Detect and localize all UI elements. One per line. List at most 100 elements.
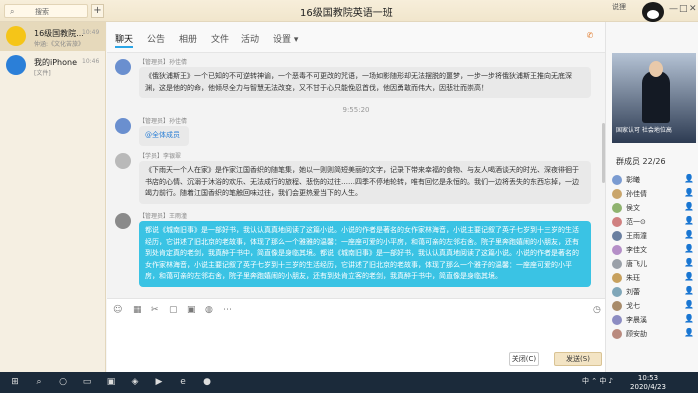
member-status-icon: 👤 [684, 188, 694, 197]
image-icon[interactable]: ▣ [187, 305, 196, 315]
group-avatar [6, 26, 26, 46]
member-item[interactable]: 李佳文 👤 [606, 243, 698, 257]
tab-files[interactable]: 文件 [211, 32, 229, 45]
message-input[interactable] [111, 319, 599, 349]
timestamp: 9:55:20 [342, 106, 370, 114]
member-item[interactable]: 范一⊙ 👤 [606, 215, 698, 229]
video-face [649, 61, 663, 77]
member-name: 顾安劼 [626, 330, 647, 338]
member-item[interactable]: 戈七 👤 [606, 299, 698, 313]
member-item[interactable]: 朱珏 👤 [606, 271, 698, 285]
folder-icon[interactable]: ▢ [169, 305, 178, 315]
mention-all-link[interactable]: @全体成员 [139, 126, 189, 146]
message-bubble[interactable]: 都说《城南旧事》是一部好书，我认认真真地阅读了这篇小说。小说的作者是著名的女作家… [139, 221, 591, 287]
close-window-button[interactable]: ✕ [689, 4, 697, 14]
qq-logo-icon [642, 2, 664, 22]
member-status-icon: 👤 [684, 272, 694, 281]
conversation-item-iphone[interactable]: 我的iPhone [文件] 10:46 [0, 51, 106, 80]
tab-album[interactable]: 相册 [179, 32, 197, 45]
taskbar: ⊞ ⌕ ○ ▭ ▣ ◈ ▶ e ● 中 ⌃ 中 ♪ 10:53 2020/4/23 [0, 372, 698, 393]
sender-name: 【学员】李银翠 [139, 153, 182, 160]
search-placeholder: 搜索 [35, 8, 49, 16]
send-button[interactable]: 发送(S) [554, 352, 602, 366]
member-item[interactable]: 刘蕾 👤 [606, 285, 698, 299]
member-item[interactable]: 唐飞儿 👤 [606, 257, 698, 271]
emoji-icon[interactable]: ☺ [113, 305, 122, 315]
tab-activities[interactable]: 活动 [241, 32, 259, 45]
member-status-icon: 👤 [684, 328, 694, 337]
class-video-thumbnail[interactable]: 国家认可 社会地位高 [612, 53, 696, 143]
taskbar-app-icon[interactable]: ● [200, 375, 214, 389]
conversation-name: 我的iPhone [34, 58, 78, 67]
profile-label: 说狸 [612, 3, 626, 11]
history-icon[interactable]: ◷ [593, 305, 601, 315]
conversation-item-group[interactable]: 16级国教院... 仲涵:《文化苦旅》 10:49 [0, 22, 106, 51]
system-tray[interactable]: 中 ⌃ 中 ♪ [582, 376, 613, 386]
taskbar-app-icon[interactable]: ▣ [104, 375, 118, 389]
member-item[interactable]: 王雨潼 👤 [606, 229, 698, 243]
tab-settings[interactable]: 设置 ▾ [273, 32, 298, 45]
avatar[interactable] [115, 213, 131, 229]
voice-icon[interactable]: ◍ [205, 305, 213, 315]
phone-icon[interactable]: ✆ [583, 29, 597, 43]
taskbar-app-icon[interactable]: e [176, 375, 190, 389]
avatar[interactable] [115, 59, 131, 75]
member-status-icon: 👤 [684, 300, 694, 309]
clock[interactable]: 10:53 2020/4/23 [628, 374, 668, 392]
tab-announcement[interactable]: 公告 [147, 32, 165, 45]
member-item[interactable]: 顾安劼 👤 [606, 327, 698, 341]
conversation-list: 16级国教院... 仲涵:《文化苦旅》 10:49 我的iPhone [文件] … [0, 22, 106, 372]
phone-avatar-icon [6, 55, 26, 75]
member-name: 李佳文 [626, 246, 647, 254]
member-item[interactable]: 侯文 👤 [606, 201, 698, 215]
avatar [612, 175, 622, 185]
message-bubble[interactable]: 《下雨天一个人在家》是作家江国香织的随笔集，她以一则则简短美丽的文字，记录下带来… [139, 161, 591, 204]
sender-name: 【管理员】孙佳倩 [139, 118, 188, 125]
group-panel: 国家认可 社会地位高 群成员 22/26 彰曦 👤 孙佳倩 👤 侯文 👤 范一⊙ 👤 王雨潼 👤 李… [605, 22, 698, 372]
member-name: 侯文 [626, 204, 640, 212]
search-input[interactable]: ⌕ 搜索 [4, 4, 88, 18]
member-item[interactable]: 李晨溪 👤 [606, 313, 698, 327]
search-icon: ⌕ [10, 7, 15, 16]
more-tools-icon[interactable]: ⋯ [223, 305, 232, 315]
taskbar-app-icon[interactable]: ⌕ [32, 375, 46, 389]
message-bubble[interactable]: 《俄狄浦斯王》一个已知的不可逆转神谕，一个恶毒不可更改的咒语，一场如影随形却无法… [139, 67, 591, 98]
member-item[interactable]: 孙佳倩 👤 [606, 187, 698, 201]
avatar [612, 287, 622, 297]
member-name: 朱珏 [626, 274, 640, 282]
member-status-icon: 👤 [684, 314, 694, 323]
member-status-icon: 👤 [684, 216, 694, 225]
add-button[interactable]: + [91, 4, 104, 18]
message-area: 【管理员】孙佳倩 《俄狄浦斯王》一个已知的不可逆转神谕，一个恶毒不可更改的咒语，… [107, 53, 605, 298]
avatar[interactable] [115, 118, 131, 134]
taskbar-app-icon[interactable]: ⊞ [8, 375, 22, 389]
member-name: 范一⊙ [626, 218, 646, 226]
avatar [612, 301, 622, 311]
tab-chat[interactable]: 聊天 [115, 32, 134, 48]
minimize-button[interactable]: — [669, 4, 678, 14]
conversation-time: 10:49 [82, 29, 100, 36]
video-person [642, 71, 670, 123]
chat-header: 聊天 公告 相册 文件 活动 设置 ▾ ✆ ▭ 课 + ⋯ [107, 22, 692, 53]
member-item[interactable]: 彰曦 👤 [606, 173, 698, 187]
taskbar-app-icon[interactable]: ▭ [80, 375, 94, 389]
maximize-button[interactable]: □ [679, 4, 688, 14]
sender-name: 【管理员】孙佳倩 [139, 59, 188, 66]
member-name: 李晨溪 [626, 316, 647, 324]
member-status-icon: 👤 [684, 244, 694, 253]
avatar [612, 189, 622, 199]
window-title: 16级国教院英语一班 [300, 8, 393, 19]
member-name: 唐飞儿 [626, 260, 647, 268]
clock-time: 10:53 [637, 374, 659, 382]
scissors-icon[interactable]: ✂ [151, 305, 159, 315]
taskbar-app-icon[interactable]: ▶ [152, 375, 166, 389]
gif-icon[interactable]: ▦ [133, 305, 142, 315]
close-button[interactable]: 关闭(C) [509, 352, 539, 366]
conversation-preview: [文件] [34, 70, 51, 77]
avatar [612, 315, 622, 325]
avatar [612, 203, 622, 213]
avatar[interactable] [115, 153, 131, 169]
taskbar-app-icon[interactable]: ○ [56, 375, 70, 389]
taskbar-app-icon[interactable]: ◈ [128, 375, 142, 389]
member-status-icon: 👤 [684, 174, 694, 183]
